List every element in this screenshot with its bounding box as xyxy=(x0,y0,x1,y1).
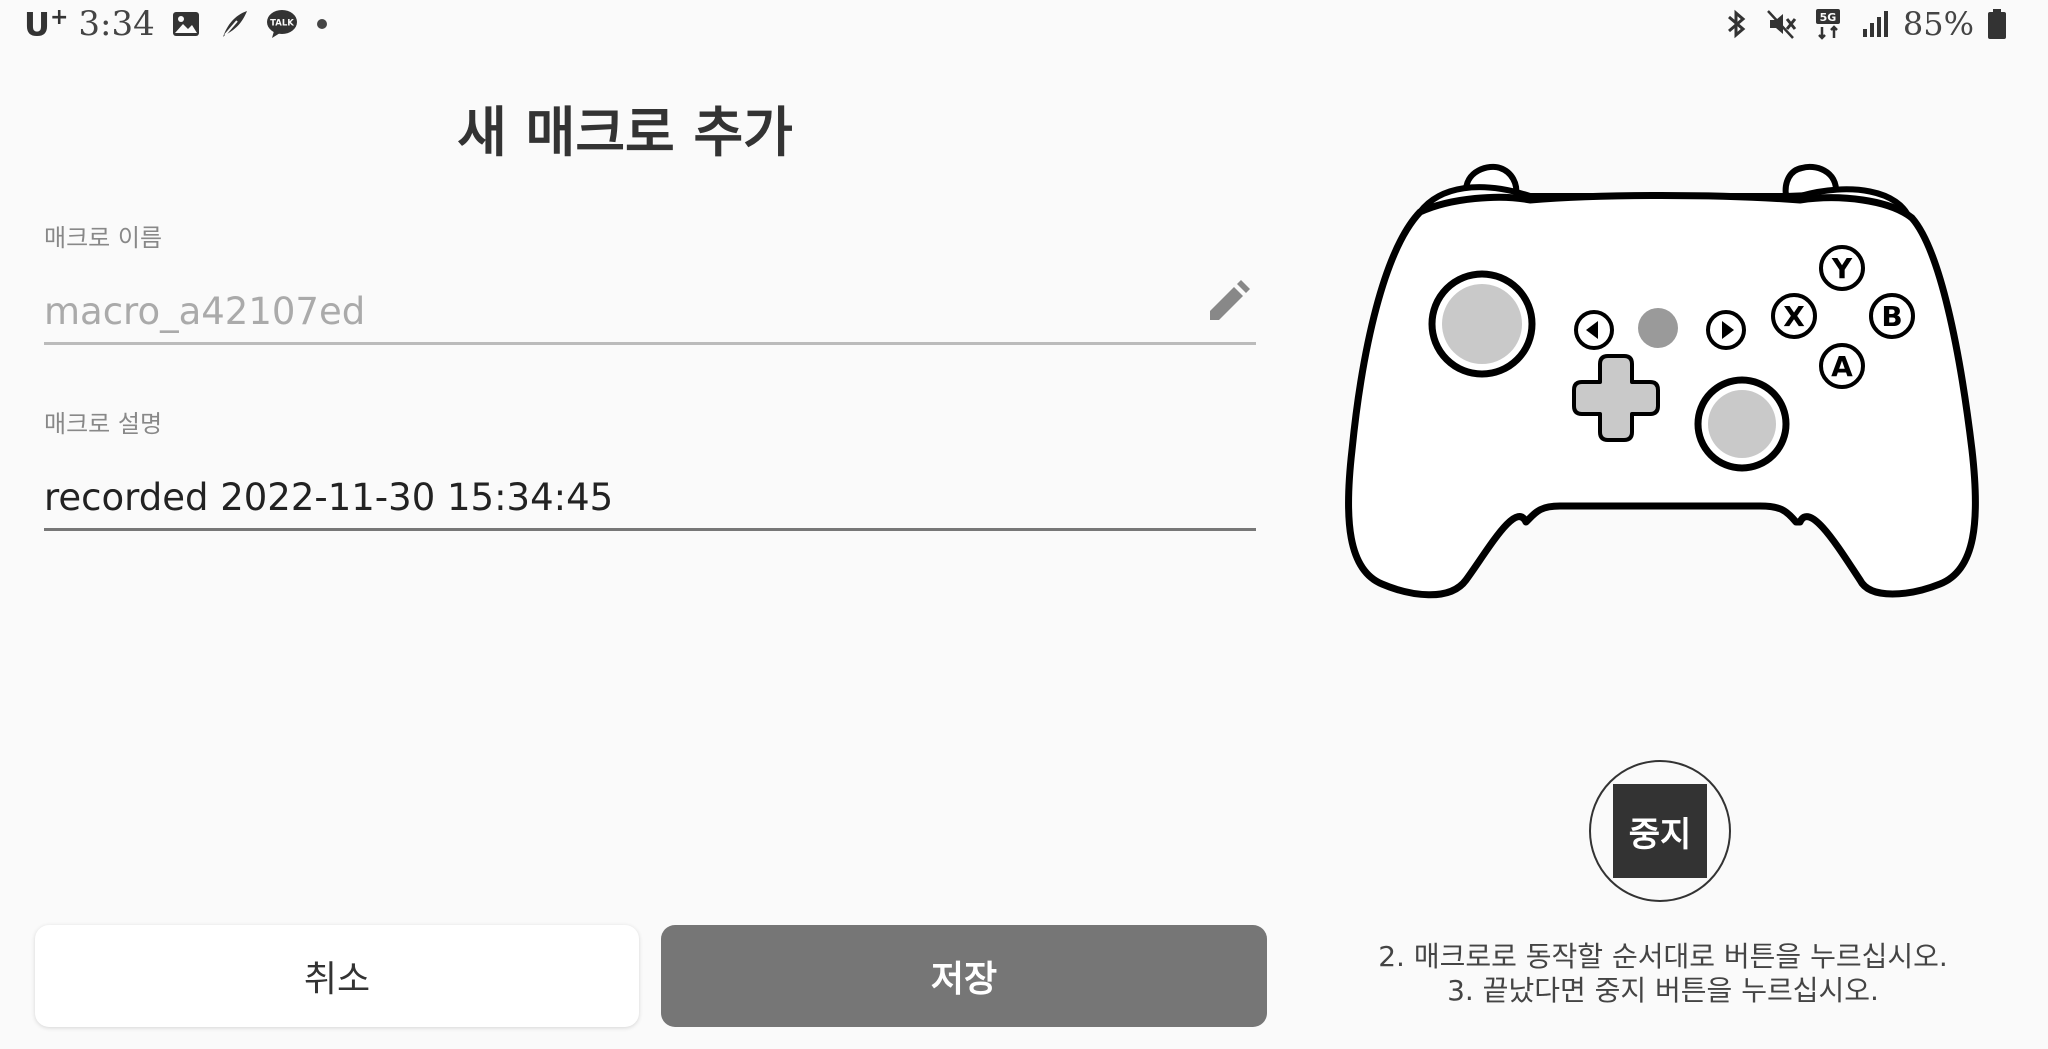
status-bar-right: 5G 85% xyxy=(1719,4,2008,44)
battery-percentage: 85% xyxy=(1902,5,1974,43)
notification-dot xyxy=(316,19,327,29)
gamepad-diagram: Y X B A xyxy=(1345,163,1979,599)
controller-body xyxy=(1345,192,1979,599)
macro-name-label: 매크로 이름 xyxy=(44,224,163,252)
signal-icon xyxy=(1862,11,1888,37)
instruction-step-2: 2. 매크로로 동작할 순서대로 버튼을 누르십시오. xyxy=(1378,940,1948,973)
b-button-label: B xyxy=(1881,300,1902,333)
cancel-button[interactable]: 취소 xyxy=(35,925,639,1027)
battery-icon xyxy=(1988,9,2006,39)
feather-app-icon xyxy=(222,11,247,37)
5g-icon: 5G xyxy=(1815,9,1840,40)
stop-button-label: 중지 xyxy=(1613,784,1707,878)
status-bar: U+ 3:34 TALK 5G 85% xyxy=(0,0,2048,48)
home-button xyxy=(1638,308,1678,348)
recording-instructions: 2. 매크로로 동작할 순서대로 버튼을 누르십시오. 3. 끝났다면 중지 버… xyxy=(1340,940,1986,1008)
macro-description-input[interactable] xyxy=(44,466,1256,531)
x-button-label: X xyxy=(1783,300,1805,333)
mute-icon xyxy=(1766,10,1797,39)
network-type-label: 5G xyxy=(1820,11,1837,24)
save-button[interactable]: 저장 xyxy=(661,925,1267,1027)
pencil-icon[interactable] xyxy=(1200,276,1254,330)
macro-description-label: 매크로 설명 xyxy=(44,410,163,438)
kakaotalk-icon: TALK xyxy=(266,10,297,38)
macro-name-input[interactable] xyxy=(44,280,1256,345)
kakaotalk-label: TALK xyxy=(270,19,294,29)
a-button-label: A xyxy=(1831,350,1853,383)
gallery-icon xyxy=(172,12,199,36)
status-bar-left: U+ 3:34 TALK xyxy=(24,4,327,44)
carrier-label: U+ xyxy=(24,4,69,44)
page-title: 새 매크로 추가 xyxy=(457,101,793,164)
instruction-step-3: 3. 끝났다면 중지 버튼을 누르십시오. xyxy=(1447,974,1879,1007)
bluetooth-icon xyxy=(1727,9,1746,39)
y-button-label: Y xyxy=(1831,252,1853,285)
stop-button[interactable]: 중지 xyxy=(1589,760,1731,902)
clock: 3:34 xyxy=(78,4,155,44)
